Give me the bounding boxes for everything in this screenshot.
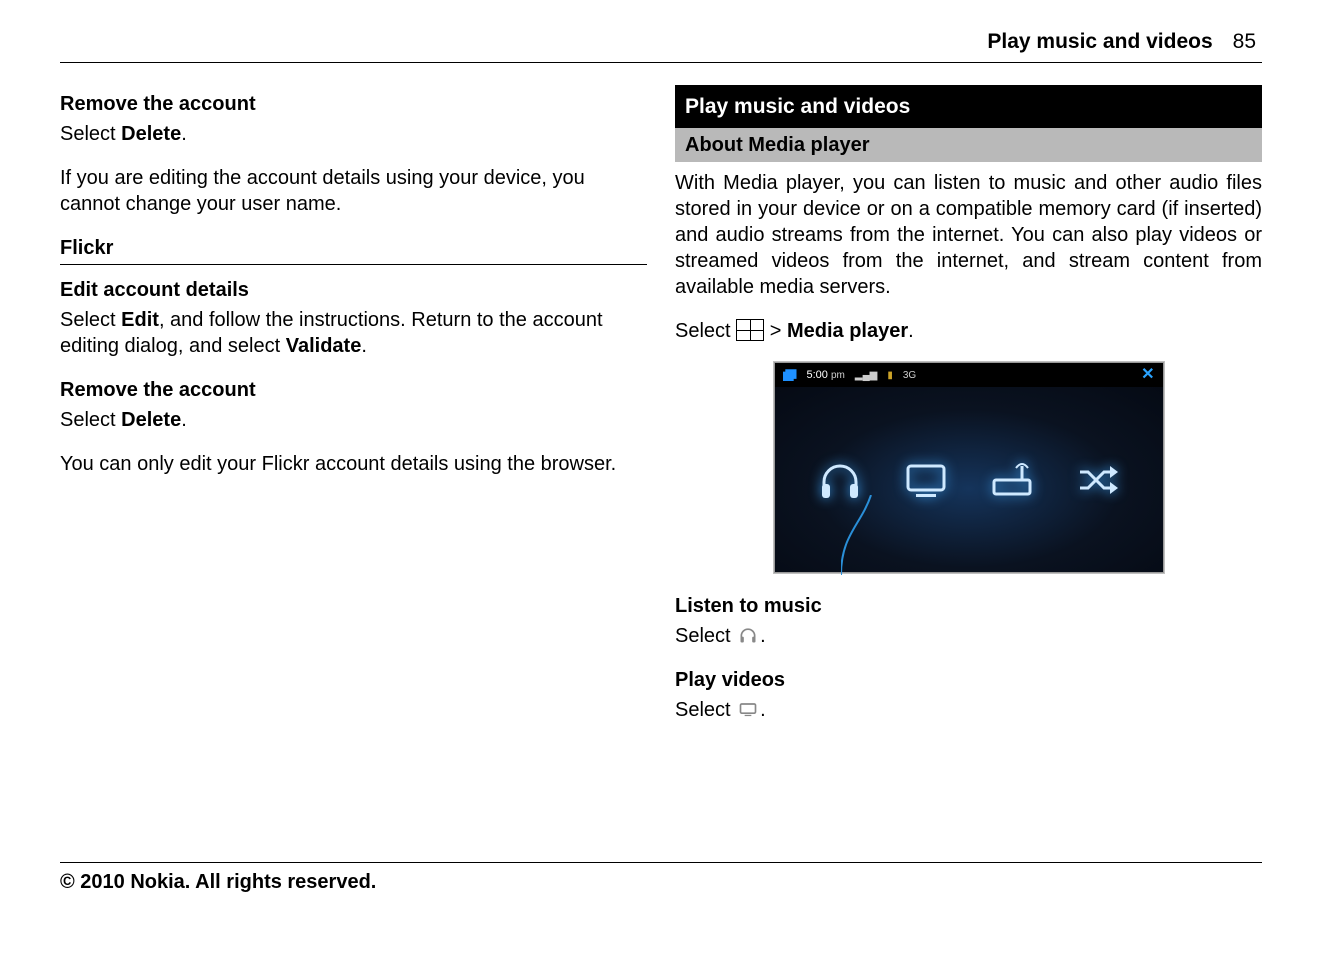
text-edit-account: Select Edit, and follow the instructions…	[60, 307, 647, 359]
t: .	[760, 625, 766, 647]
mp-body	[775, 387, 1163, 572]
bold-edit: Edit	[121, 309, 159, 331]
heading-edit-account: Edit account details	[60, 277, 647, 303]
bold-delete-2: Delete	[121, 409, 181, 431]
mp-ampm: pm	[831, 370, 845, 381]
section-title-play-music-videos: Play music and videos	[675, 85, 1262, 128]
heading-remove-account-1: Remove the account	[60, 91, 647, 117]
left-column: Remove the account Select Delete. If you…	[60, 85, 647, 741]
t: Select	[675, 699, 736, 721]
mp-time: 5:00	[807, 369, 828, 381]
shuffle-icon	[1074, 456, 1122, 504]
tv-icon	[902, 456, 950, 504]
t: Select	[675, 320, 736, 342]
select-media-player-line: Select > Media player.	[675, 318, 1262, 344]
bold-delete: Delete	[121, 123, 181, 145]
t: .	[361, 335, 367, 357]
t: Select	[60, 309, 121, 331]
text-remove-2: Select Delete.	[60, 407, 647, 433]
note-flickr-browser: You can only edit your Flickr account de…	[60, 451, 647, 477]
page-header: Play music and videos 85	[60, 30, 1262, 63]
t: .	[181, 123, 187, 145]
signal-icon: ▂▄▆	[855, 369, 877, 382]
apps-grid-icon	[736, 319, 764, 341]
tv-inline-icon	[736, 699, 760, 719]
t: .	[908, 320, 914, 342]
section-title-about-media-player: About Media player	[675, 128, 1262, 162]
subheading-flickr: Flickr	[60, 235, 647, 265]
battery-icon: ▮	[887, 369, 893, 382]
headphone-cord	[841, 495, 901, 575]
text-remove-1: Select Delete.	[60, 121, 647, 147]
heading-play-videos: Play videos	[675, 667, 1262, 693]
t: Select	[675, 625, 736, 647]
mp-clock: 5:00 pm	[807, 368, 845, 382]
heading-listen-to-music: Listen to music	[675, 593, 1262, 619]
t: .	[181, 409, 187, 431]
task-switcher-icon	[783, 369, 797, 381]
mp-status-bar: 5:00 pm ▂▄▆ ▮ 3G ✕	[775, 363, 1163, 387]
router-icon	[988, 456, 1036, 504]
heading-remove-account-2: Remove the account	[60, 377, 647, 403]
about-media-player-text: With Media player, you can listen to mus…	[675, 170, 1262, 300]
footer-copyright: © 2010 Nokia. All rights reserved.	[60, 862, 1262, 894]
close-icon: ✕	[1141, 365, 1154, 386]
text-listen-to-music: Select .	[675, 623, 1262, 649]
t: >	[770, 320, 787, 342]
t: Select	[60, 123, 121, 145]
right-column: Play music and videos About Media player…	[675, 85, 1262, 741]
t: .	[760, 699, 766, 721]
media-player-screenshot: 5:00 pm ▂▄▆ ▮ 3G ✕	[774, 362, 1164, 573]
headphones-inline-icon	[736, 625, 760, 645]
header-title: Play music and videos	[987, 30, 1212, 54]
bold-validate: Validate	[286, 335, 362, 357]
note-cannot-change-username: If you are editing the account details u…	[60, 165, 647, 217]
network-indicator: 3G	[903, 369, 916, 382]
text-play-videos: Select .	[675, 697, 1262, 723]
header-page-number: 85	[1233, 30, 1256, 54]
t: Select	[60, 409, 121, 431]
bold-media-player: Media player	[787, 320, 908, 342]
